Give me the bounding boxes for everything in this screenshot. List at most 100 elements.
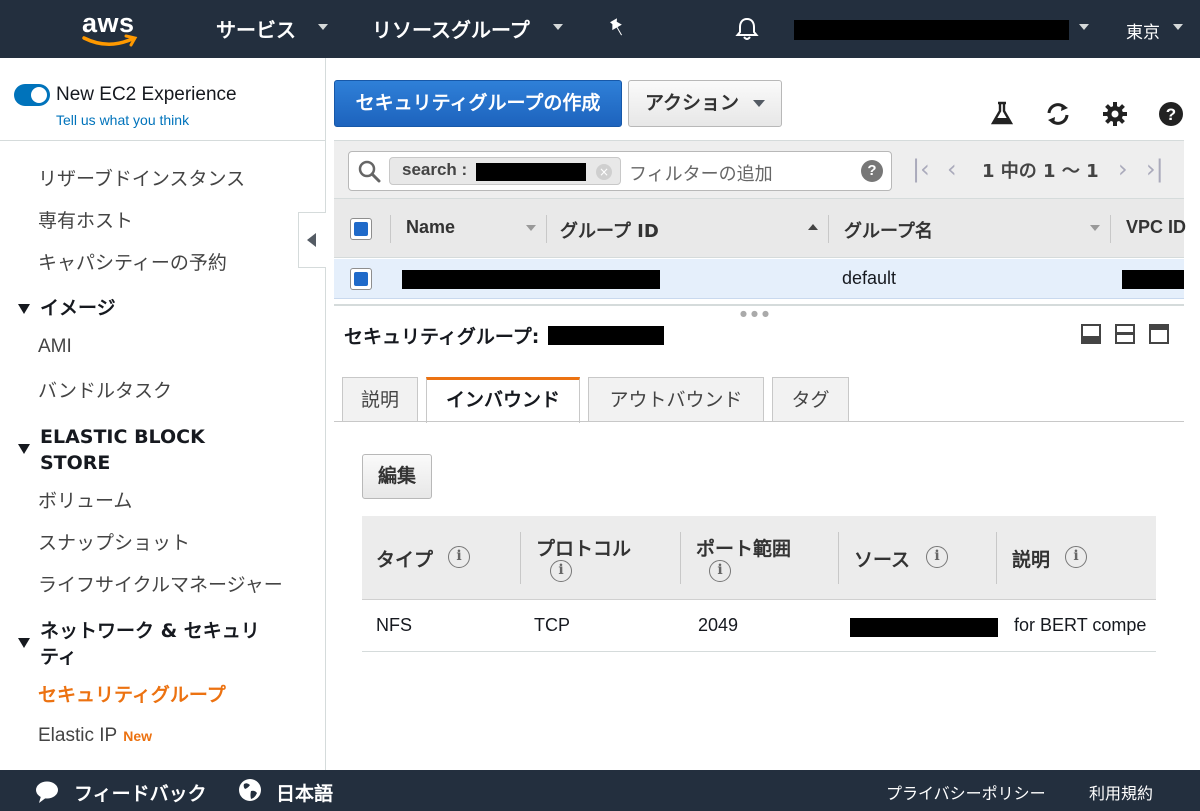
rule-type: NFS bbox=[376, 615, 412, 635]
account-chevron-down-icon[interactable] bbox=[1079, 24, 1089, 30]
column-separator bbox=[390, 215, 391, 243]
pin-icon[interactable] bbox=[606, 16, 630, 40]
terms-link[interactable]: 利用規約 bbox=[1089, 780, 1153, 804]
language-selector[interactable]: 日本語 bbox=[276, 779, 333, 806]
column-separator bbox=[828, 215, 829, 243]
row-name-redacted bbox=[402, 270, 660, 289]
account-name-redacted[interactable] bbox=[794, 20, 1069, 40]
panel-maximize-bottom-icon[interactable] bbox=[1081, 324, 1101, 344]
new-ec2-experience-toggle[interactable] bbox=[14, 84, 50, 106]
info-icon[interactable]: i bbox=[1065, 546, 1087, 568]
footer: フィードバック 日本語 プライバシーポリシー 利用規約 bbox=[0, 770, 1200, 811]
detail-group-id-redacted bbox=[548, 326, 664, 345]
tab-outbound[interactable]: アウトバウンド bbox=[588, 377, 764, 422]
tab-description[interactable]: 説明 bbox=[342, 377, 418, 422]
sort-chevron-down-icon[interactable] bbox=[1090, 225, 1100, 231]
sidebar-item-ami[interactable]: AMI bbox=[38, 336, 72, 358]
rules-table-header: タイプ i プロトコル i ポート範囲 i ソース i 説明 i bbox=[362, 516, 1156, 600]
rule-column-port-range: ポート範囲 bbox=[696, 538, 792, 560]
actions-button[interactable]: アクション bbox=[628, 80, 782, 127]
column-separator bbox=[1110, 215, 1111, 243]
new-ec2-experience-label: New EC2 Experience bbox=[56, 84, 237, 105]
tab-tags[interactable]: タグ bbox=[772, 377, 849, 422]
rule-port: 2049 bbox=[698, 615, 739, 635]
panel-splitter[interactable] bbox=[334, 304, 1184, 306]
sidebar-item-lifecycle-manager[interactable]: ライフサイクルマネージャー bbox=[38, 570, 283, 597]
services-menu[interactable]: サービス bbox=[216, 14, 296, 43]
resource-groups-chevron-down-icon[interactable] bbox=[553, 24, 563, 30]
resource-groups-menu[interactable]: リソースグループ bbox=[372, 14, 530, 43]
section-network-label-line1: ネットワーク & セキュリ bbox=[40, 620, 260, 642]
sidebar-item-bundle-tasks[interactable]: バンドルタスク bbox=[38, 376, 172, 403]
tell-us-link[interactable]: Tell us what you think bbox=[56, 112, 189, 128]
help-icon[interactable]: ? bbox=[1157, 100, 1185, 128]
filter-help-icon[interactable]: ? bbox=[861, 160, 883, 182]
globe-icon bbox=[239, 779, 261, 801]
rule-protocol: TCP bbox=[534, 615, 570, 635]
panel-split-icon[interactable] bbox=[1115, 324, 1135, 344]
flask-icon[interactable] bbox=[988, 100, 1016, 128]
caret-down-icon bbox=[18, 638, 30, 648]
services-chevron-down-icon[interactable] bbox=[318, 24, 328, 30]
column-header-name[interactable]: Name bbox=[406, 217, 455, 238]
sidebar-item-elastic-ip[interactable]: Elastic IP New bbox=[38, 725, 152, 747]
aws-logo[interactable]: aws bbox=[80, 8, 144, 50]
toggle-knob bbox=[31, 87, 47, 103]
chip-label: search : bbox=[402, 160, 468, 179]
sort-chevron-down-icon[interactable] bbox=[526, 225, 536, 231]
row-vpc-id-redacted bbox=[1122, 270, 1184, 289]
column-header-group-name[interactable]: グループ名 bbox=[844, 217, 933, 243]
section-ebs-label-line2: STORE bbox=[40, 452, 111, 474]
search-icon bbox=[358, 160, 381, 183]
create-security-group-button[interactable]: セキュリティグループの作成 bbox=[334, 80, 622, 127]
info-icon[interactable]: i bbox=[448, 546, 470, 568]
sidebar-item-capacity-reservations[interactable]: キャパシティーの予約 bbox=[38, 248, 227, 275]
next-page-icon[interactable]: › bbox=[1118, 155, 1128, 183]
drag-handle-icon[interactable]: ●●● bbox=[740, 309, 773, 318]
close-icon[interactable]: × bbox=[596, 164, 612, 180]
table-row[interactable]: default bbox=[334, 259, 1184, 299]
edit-button[interactable]: 編集 bbox=[362, 454, 432, 499]
info-icon[interactable]: i bbox=[709, 560, 731, 582]
select-all-checkbox[interactable] bbox=[350, 218, 372, 240]
sidebar-item-security-groups[interactable]: セキュリティグループ bbox=[38, 680, 226, 707]
sort-chevron-up-icon[interactable] bbox=[808, 224, 818, 230]
sidebar-item-dedicated-hosts[interactable]: 専有ホスト bbox=[38, 206, 133, 233]
sidebar-item-snapshots[interactable]: スナップショット bbox=[38, 528, 190, 555]
tab-inbound[interactable]: インバウンド bbox=[426, 377, 580, 423]
caret-down-icon bbox=[18, 444, 30, 454]
refresh-icon[interactable] bbox=[1044, 100, 1072, 128]
bell-icon[interactable] bbox=[734, 16, 760, 42]
rule-column-source: ソース bbox=[854, 549, 911, 571]
detail-title: セキュリティグループ: bbox=[344, 326, 540, 348]
sidebar-item-volumes[interactable]: ボリューム bbox=[38, 486, 132, 513]
chevron-down-icon bbox=[753, 100, 765, 107]
sidebar-collapse-button[interactable] bbox=[298, 212, 326, 268]
rule-column-description: 説明 bbox=[1012, 549, 1051, 571]
panel-maximize-top-icon[interactable] bbox=[1149, 324, 1169, 344]
inbound-rule-row: NFS TCP 2049 for BERT compe bbox=[362, 601, 1156, 652]
column-separator bbox=[520, 532, 521, 584]
info-icon[interactable]: i bbox=[550, 560, 572, 582]
sidebar-item-reserved-instances[interactable]: リザーブドインスタンス bbox=[38, 164, 245, 191]
region-chevron-down-icon[interactable] bbox=[1173, 24, 1183, 30]
column-separator bbox=[838, 532, 839, 584]
column-header-group-id[interactable]: グループ ID bbox=[560, 217, 659, 243]
first-page-icon[interactable]: |‹ bbox=[912, 155, 930, 183]
search-input[interactable]: search : × フィルターの追加 ? bbox=[348, 151, 892, 191]
last-page-icon[interactable]: ›| bbox=[1146, 155, 1164, 183]
aws-smile-icon bbox=[82, 34, 138, 47]
section-network-label-line2: ティ bbox=[40, 646, 77, 668]
row-checkbox[interactable] bbox=[350, 268, 372, 290]
info-icon[interactable]: i bbox=[926, 546, 948, 568]
rule-column-protocol: プロトコル bbox=[536, 538, 632, 560]
new-badge: New bbox=[123, 728, 152, 744]
gear-icon[interactable] bbox=[1101, 100, 1129, 128]
column-header-vpc-id[interactable]: VPC ID bbox=[1126, 217, 1186, 238]
feedback-link[interactable]: フィードバック bbox=[74, 779, 207, 806]
previous-page-icon[interactable]: ‹ bbox=[947, 155, 957, 183]
privacy-policy-link[interactable]: プライバシーポリシー bbox=[886, 780, 1046, 804]
rule-column-type: タイプ bbox=[376, 549, 434, 571]
region-selector[interactable]: 東京 bbox=[1126, 18, 1160, 43]
search-filter-chip[interactable]: search : × bbox=[389, 157, 621, 185]
